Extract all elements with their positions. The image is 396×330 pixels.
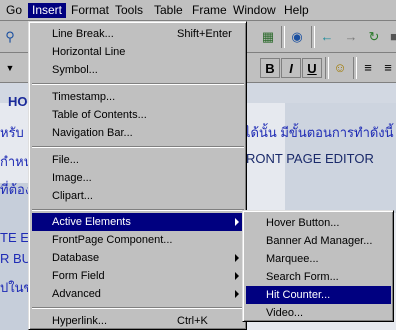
menu-item-table-of-contents[interactable]: Table of Contents... xyxy=(32,106,244,124)
underline-button[interactable]: U xyxy=(302,58,322,78)
menu-item-navigation-bar[interactable]: Navigation Bar... xyxy=(32,124,244,142)
forward-arrow-icon[interactable]: → xyxy=(341,27,361,47)
menu-insert[interactable]: Insert xyxy=(28,3,67,18)
menu-item-frontpage-component[interactable]: FrontPage Component... xyxy=(32,231,244,249)
menu-item-file[interactable]: File... xyxy=(32,151,244,169)
menu-item-advanced[interactable]: Advanced xyxy=(32,285,244,303)
submenu-item-hover-button[interactable]: Hover Button... xyxy=(246,214,391,232)
submenu-item-hit-counter[interactable]: Hit Counter... xyxy=(246,286,391,304)
menu-separator xyxy=(32,83,244,85)
italic-button[interactable]: I xyxy=(281,58,301,78)
web-globe-icon[interactable]: ◉ xyxy=(287,27,307,47)
menu-table[interactable]: Table xyxy=(150,3,187,18)
menu-format[interactable]: Format xyxy=(67,3,113,18)
submenu-arrow-icon xyxy=(235,254,239,262)
highlight-color-icon[interactable]: ☺ xyxy=(330,58,350,78)
submenu-item-banner-ad-manager[interactable]: Banner Ad Manager... xyxy=(246,232,391,250)
menu-item-form-field[interactable]: Form Field xyxy=(32,267,244,285)
doc-text-line: RONT PAGE EDITOR xyxy=(246,151,374,166)
insert-menu: Line Break... Shift+Enter Horizontal Lin… xyxy=(28,21,247,330)
menu-item-image[interactable]: Image... xyxy=(32,169,244,187)
menu-frame[interactable]: Frame xyxy=(188,3,231,18)
menu-separator xyxy=(32,307,244,309)
toolbar-separator xyxy=(325,57,329,79)
active-elements-submenu: Hover Button... Banner Ad Manager... Mar… xyxy=(242,210,394,322)
menu-item-clipart[interactable]: Clipart... xyxy=(32,187,244,205)
stop-icon[interactable]: ■ xyxy=(384,27,396,47)
menu-item-line-break[interactable]: Line Break... Shift+Enter xyxy=(32,25,244,43)
submenu-item-marquee[interactable]: Marquee... xyxy=(246,250,391,268)
menu-item-active-elements[interactable]: Active Elements xyxy=(32,213,244,231)
menu-separator xyxy=(32,209,244,211)
find-icon[interactable]: ⚲ xyxy=(0,27,20,47)
menu-separator xyxy=(32,146,244,148)
submenu-item-video[interactable]: Video... xyxy=(246,304,391,322)
refresh-icon[interactable]: ↻ xyxy=(364,27,384,47)
menu-item-database[interactable]: Database xyxy=(32,249,244,267)
toolbar-separator xyxy=(311,26,315,48)
align-center-icon[interactable]: ≡ xyxy=(378,58,396,78)
submenu-item-search-form[interactable]: Search Form... xyxy=(246,268,391,286)
doc-text-line: หรับ xyxy=(0,125,24,140)
menu-item-timestamp[interactable]: Timestamp... xyxy=(32,88,244,106)
toolbar-separator xyxy=(281,26,285,48)
submenu-arrow-icon xyxy=(235,290,239,298)
menu-window[interactable]: Window xyxy=(229,3,280,18)
menu-help[interactable]: Help xyxy=(280,3,313,18)
back-arrow-icon[interactable]: ← xyxy=(317,27,337,47)
style-dropdown-arrow-icon[interactable]: ▼ xyxy=(0,58,20,78)
doc-text-line: ได้นั้น มีขั้นตอนการทำดังนี้ xyxy=(244,125,394,140)
menu-tools[interactable]: Tools xyxy=(111,3,147,18)
bold-button[interactable]: B xyxy=(260,58,280,78)
submenu-arrow-icon xyxy=(235,272,239,280)
menu-item-hyperlink[interactable]: Hyperlink... Ctrl+K xyxy=(32,312,244,330)
doc-text-line: HO xyxy=(8,94,28,109)
submenu-arrow-icon xyxy=(235,218,239,226)
align-left-icon[interactable]: ≡ xyxy=(358,58,378,78)
menu-bar: Go Insert Format Tools Table Frame Windo… xyxy=(0,0,396,21)
doc-text-line: ที่ต้อง xyxy=(0,182,32,197)
menu-item-horizontal-line[interactable]: Horizontal Line xyxy=(32,43,244,61)
menu-item-symbol[interactable]: Symbol... xyxy=(32,61,244,79)
toolbar-separator xyxy=(353,57,357,79)
insert-image-icon[interactable]: ▦ xyxy=(258,27,278,47)
menu-go[interactable]: Go xyxy=(2,3,26,18)
